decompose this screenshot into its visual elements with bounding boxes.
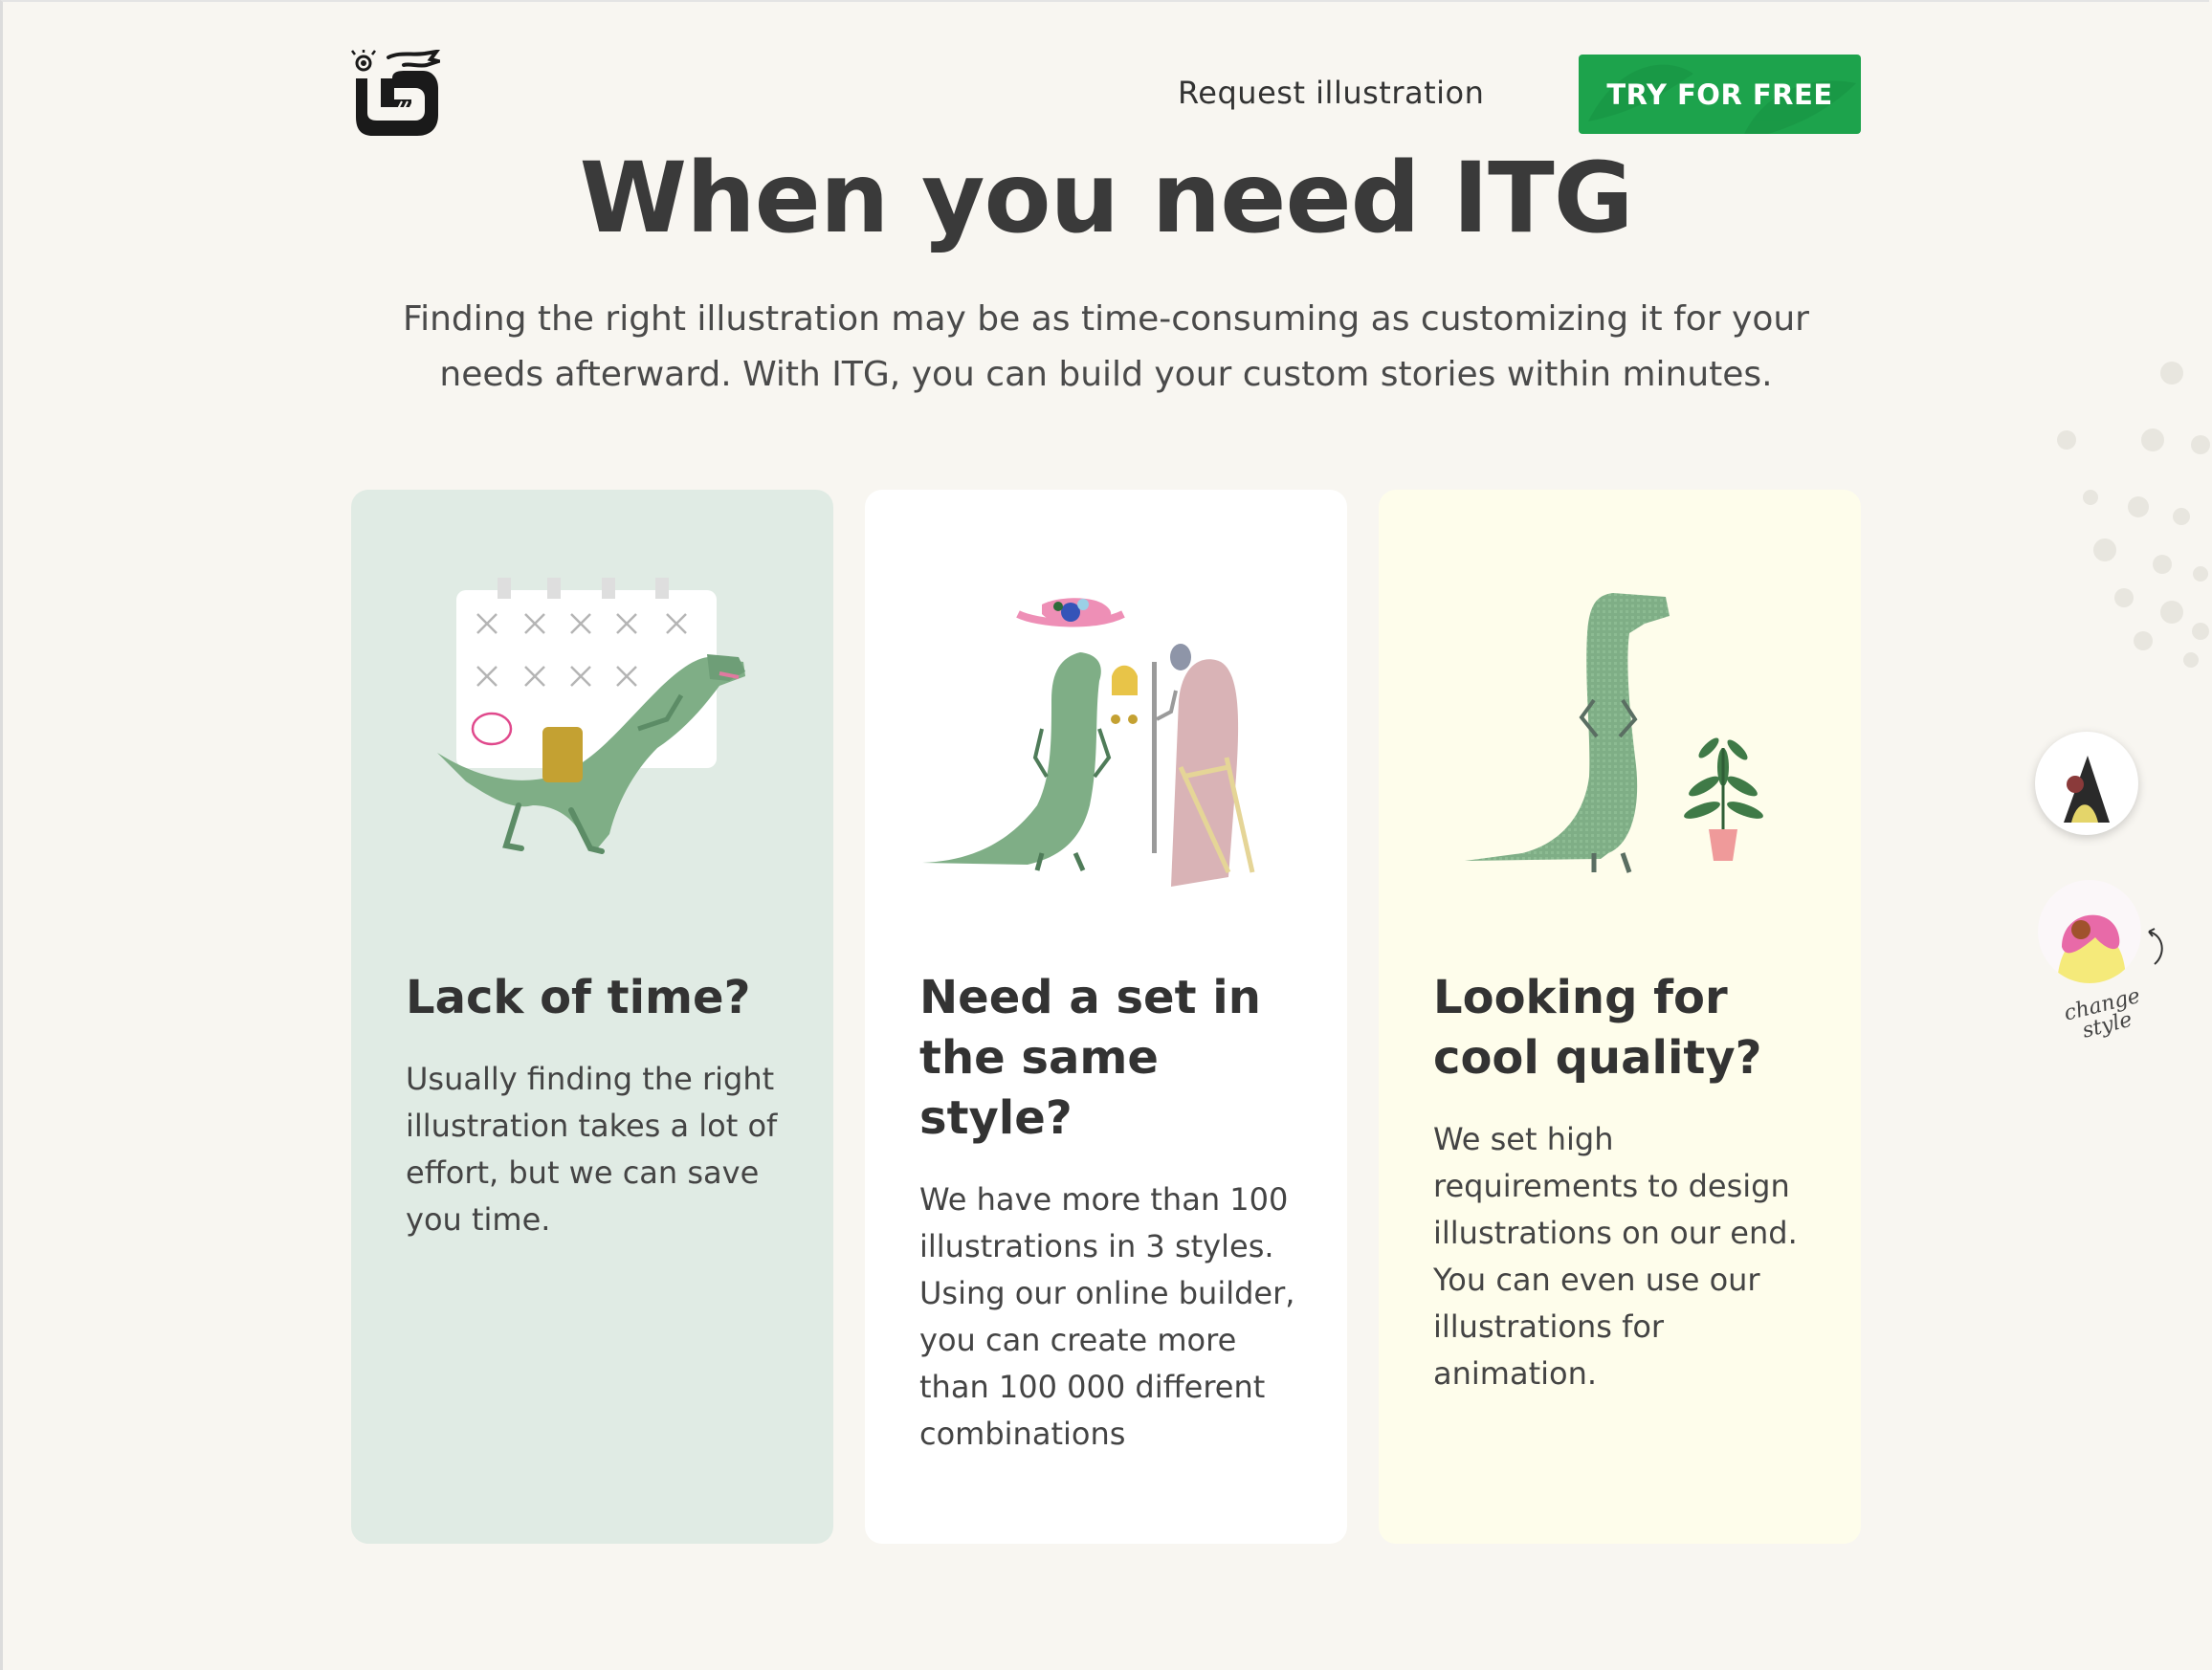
try-for-free-button[interactable]: TRY FOR FREE — [1579, 55, 1861, 134]
try-for-free-label: TRY FOR FREE — [1606, 77, 1833, 111]
pixel-dinosaur-plant-icon — [1465, 593, 1763, 873]
itg-logo[interactable] — [350, 50, 440, 136]
card-text: We have more than 100 illustrations in 3… — [919, 1181, 1295, 1452]
card-text: Usually finding the right illustration t… — [406, 1061, 778, 1238]
request-illustration-link[interactable]: Request illustration — [1178, 75, 1484, 111]
dinosaur-calendar-icon — [437, 578, 745, 854]
card-text: We set high requirements to design illus… — [1433, 1121, 1798, 1392]
page-title: When you need ITG — [579, 142, 1634, 255]
hero-lead-text: Finding the right illustration may be as… — [403, 299, 1809, 394]
card-title: Looking for cool quality? — [1433, 971, 1762, 1085]
style-option-1-button[interactable] — [2035, 732, 2138, 835]
style-option-2-button[interactable] — [2038, 880, 2141, 983]
card-title: Lack of time? — [406, 971, 751, 1024]
feature-card-same-style: Need a set in the same style? We have mo… — [865, 490, 1347, 1544]
feature-card-lack-of-time: Lack of time? Usually finding the right … — [351, 490, 833, 1544]
feature-card-quality: Looking for cool quality? We set high re… — [1379, 490, 1861, 1544]
decorative-blobs-icon — [2057, 362, 2210, 668]
curved-arrow-icon — [2148, 928, 2163, 965]
dinosaur-hat-mirror-icon — [922, 598, 1255, 887]
character-avatar-pink-icon — [2057, 914, 2126, 983]
card-title: Need a set in the same style? — [919, 971, 1261, 1145]
character-avatar-icon — [2064, 756, 2110, 823]
